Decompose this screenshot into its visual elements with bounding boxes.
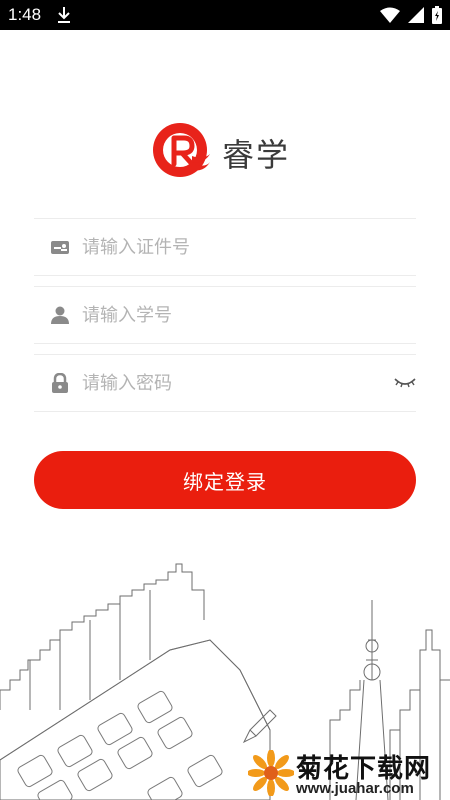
flower-logo-icon	[247, 749, 295, 800]
watermark-url: www.juahar.com	[296, 780, 414, 797]
app-logo: 睿学	[0, 118, 450, 182]
status-time: 1:48	[8, 5, 42, 24]
lock-icon	[50, 372, 70, 393]
user-icon	[50, 305, 70, 325]
download-icon	[56, 6, 72, 28]
id-card-input[interactable]	[82, 231, 382, 263]
student-no-input[interactable]	[82, 299, 382, 331]
battery-icon	[432, 6, 442, 28]
signal-icon	[408, 6, 424, 28]
status-bar: 1:48	[0, 0, 450, 30]
bind-login-button[interactable]: 绑定登录	[34, 451, 416, 509]
id-card-field	[34, 218, 416, 276]
app-name: 睿学	[222, 136, 291, 174]
password-input[interactable]	[82, 367, 382, 399]
eye-closed-icon[interactable]	[394, 375, 416, 394]
password-field	[34, 354, 416, 412]
app-logo-mark	[152, 120, 212, 184]
watermark: 菊花下载网 www.juahar.com	[247, 748, 450, 800]
wifi-icon	[380, 7, 400, 28]
student-no-field	[34, 286, 416, 344]
id-card-icon	[50, 237, 70, 257]
